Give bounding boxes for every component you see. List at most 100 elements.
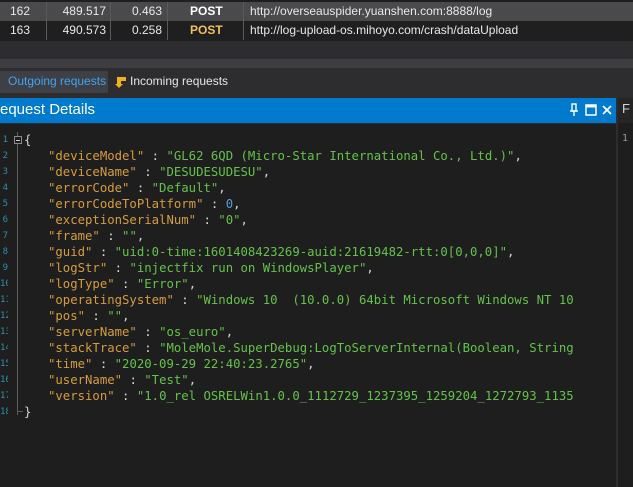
line-number: 15 [0, 359, 8, 369]
request-duration: 0.463 [131, 4, 162, 18]
json-property: "userName" : "Test", [48, 372, 196, 388]
tab-outgoing-requests[interactable]: Outgoing requests [0, 71, 108, 93]
request-duration: 0.258 [131, 23, 162, 37]
json-comma: , [122, 309, 130, 323]
json-property: "guid" : "uid:0-time:1601408423269-auid:… [48, 244, 514, 260]
json-value: "Test" [144, 373, 189, 387]
json-key: "serverName" [48, 325, 137, 339]
json-value: "0" [218, 213, 241, 227]
json-comma: , [233, 197, 241, 211]
close-icon[interactable] [600, 102, 614, 118]
request-tabs: Outgoing requests Incoming requests [0, 71, 633, 93]
line-number: 16 [0, 375, 8, 385]
json-property: "frame" : "", [48, 228, 144, 244]
json-property: "logStr" : "injectfix run on WindowsPlay… [48, 260, 374, 276]
json-key: "deviceName" [48, 165, 137, 179]
json-key: "operatingSystem" [48, 293, 174, 307]
json-separator: : [99, 229, 123, 243]
fold-end-marker [17, 404, 23, 412]
request-method: POST [190, 4, 223, 18]
json-value: "" [122, 229, 137, 243]
line-number: 3 [2, 167, 8, 177]
json-property: "errorCode" : "Default", [48, 180, 226, 196]
table-row[interactable]: 162 489.517 0.463 POST http://overseausp… [0, 2, 633, 21]
json-separator: : [129, 181, 152, 195]
json-separator: : [136, 165, 160, 179]
json-key: "exceptionSerialNum" [48, 213, 197, 227]
tab-label: Incoming requests [130, 74, 229, 88]
incoming-arrow-icon [115, 75, 127, 88]
code-line: 7 "frame" : "", [0, 228, 616, 244]
json-separator: : [173, 293, 197, 307]
json-value: 0 [225, 197, 234, 211]
json-property: "serverName" : "os_euro", [48, 324, 233, 340]
json-separator: : [114, 389, 137, 403]
json-comma: , [366, 261, 374, 275]
json-separator: : [136, 325, 160, 339]
json-key: "frame" [48, 229, 100, 243]
line-number: 11 [0, 295, 8, 305]
json-property: "pos" : "", [48, 308, 129, 324]
json-separator: : [114, 277, 137, 291]
code-line: 6 "exceptionSerialNum" : "0", [0, 212, 616, 228]
code-line: 12 "pos" : "", [0, 308, 616, 324]
code-line: 1{ [0, 132, 616, 148]
line-number: 12 [0, 311, 8, 321]
code-line: 8 "guid" : "uid:0-time:1601408423269-auid… [0, 244, 616, 260]
json-property: "errorCodeToPlatform" : 0, [48, 196, 241, 212]
json-value: "os_euro" [159, 325, 226, 339]
json-value: "uid:0-time:1601408423269-auid:21619482-… [114, 245, 508, 259]
tab-incoming-requests[interactable]: Incoming requests [114, 71, 235, 93]
json-brace: { [24, 133, 32, 147]
maximize-icon[interactable] [584, 102, 598, 118]
pin-icon[interactable] [567, 102, 581, 118]
json-key: "logType" [48, 277, 115, 291]
code-line: 10 "logType" : "Error", [0, 276, 616, 292]
request-id: 162 [10, 4, 31, 18]
json-property: "operatingSystem" : "Windows 10 (10.0.0)… [48, 292, 574, 308]
tab-label: Outgoing requests [8, 74, 107, 88]
json-key: "userName" [48, 373, 123, 387]
column-divider [46, 21, 47, 40]
column-divider [167, 2, 168, 21]
json-value: "GL62 6QD (Micro-Star International Co.,… [166, 149, 515, 163]
code-line: 16 "userName" : "Test", [0, 372, 616, 388]
horizontal-scrollbar[interactable] [0, 59, 633, 68]
code-line: 14 "stackTrace" : "MoleMole.SuperDebug:Lo… [0, 340, 616, 356]
json-key: "guid" [48, 245, 93, 259]
code-line: 9 "logStr" : "injectfix run on WindowsPla… [0, 260, 616, 276]
json-key: "time" [48, 357, 93, 371]
request-id: 163 [10, 23, 31, 37]
column-divider [243, 21, 244, 40]
code-line: 5 "errorCodeToPlatform" : 0, [0, 196, 616, 212]
json-key: "stackTrace" [48, 341, 137, 355]
json-separator: : [85, 309, 108, 323]
request-url: http://overseauspider.yuanshen.com:8888/… [250, 4, 493, 18]
json-property: "exceptionSerialNum" : "0", [48, 212, 248, 228]
json-value: "Error" [136, 277, 189, 291]
json-value: "" [107, 309, 123, 323]
json-comma: , [514, 149, 522, 163]
json-comma: , [507, 245, 515, 259]
fold-toggle-icon[interactable] [14, 136, 22, 144]
json-value: "MoleMole.SuperDebug:LogToServerInternal… [159, 341, 574, 355]
line-number: 9 [2, 263, 8, 273]
line-number: 6 [2, 215, 8, 225]
column-divider [110, 2, 111, 21]
json-value: "1.0_rel OSRELWin1.0.0_1112729_1237395_1… [136, 389, 574, 403]
code-line: 4 "errorCode" : "Default", [0, 180, 616, 196]
json-key: "logStr" [48, 261, 108, 275]
code-line: 2 "deviceModel" : "GL62 6QD (Micro-Star I… [0, 148, 616, 164]
json-editor[interactable]: 1{2 "deviceModel" : "GL62 6QD (Micro-Star… [0, 124, 616, 487]
json-comma: , [188, 277, 197, 291]
panel-header: equest Details [0, 98, 616, 123]
json-separator: : [92, 357, 115, 371]
table-row[interactable]: 163 490.573 0.258 POST http://log-upload… [0, 21, 633, 40]
side-panel-body [618, 123, 633, 487]
side-line-number: 1 [622, 133, 629, 144]
panel-title: equest Details [0, 101, 96, 118]
line-number: 4 [2, 183, 8, 193]
json-property: "logType" : "Error", [48, 276, 196, 292]
json-separator: : [136, 341, 160, 355]
request-list: 162 489.517 0.463 POST http://overseausp… [0, 0, 633, 41]
